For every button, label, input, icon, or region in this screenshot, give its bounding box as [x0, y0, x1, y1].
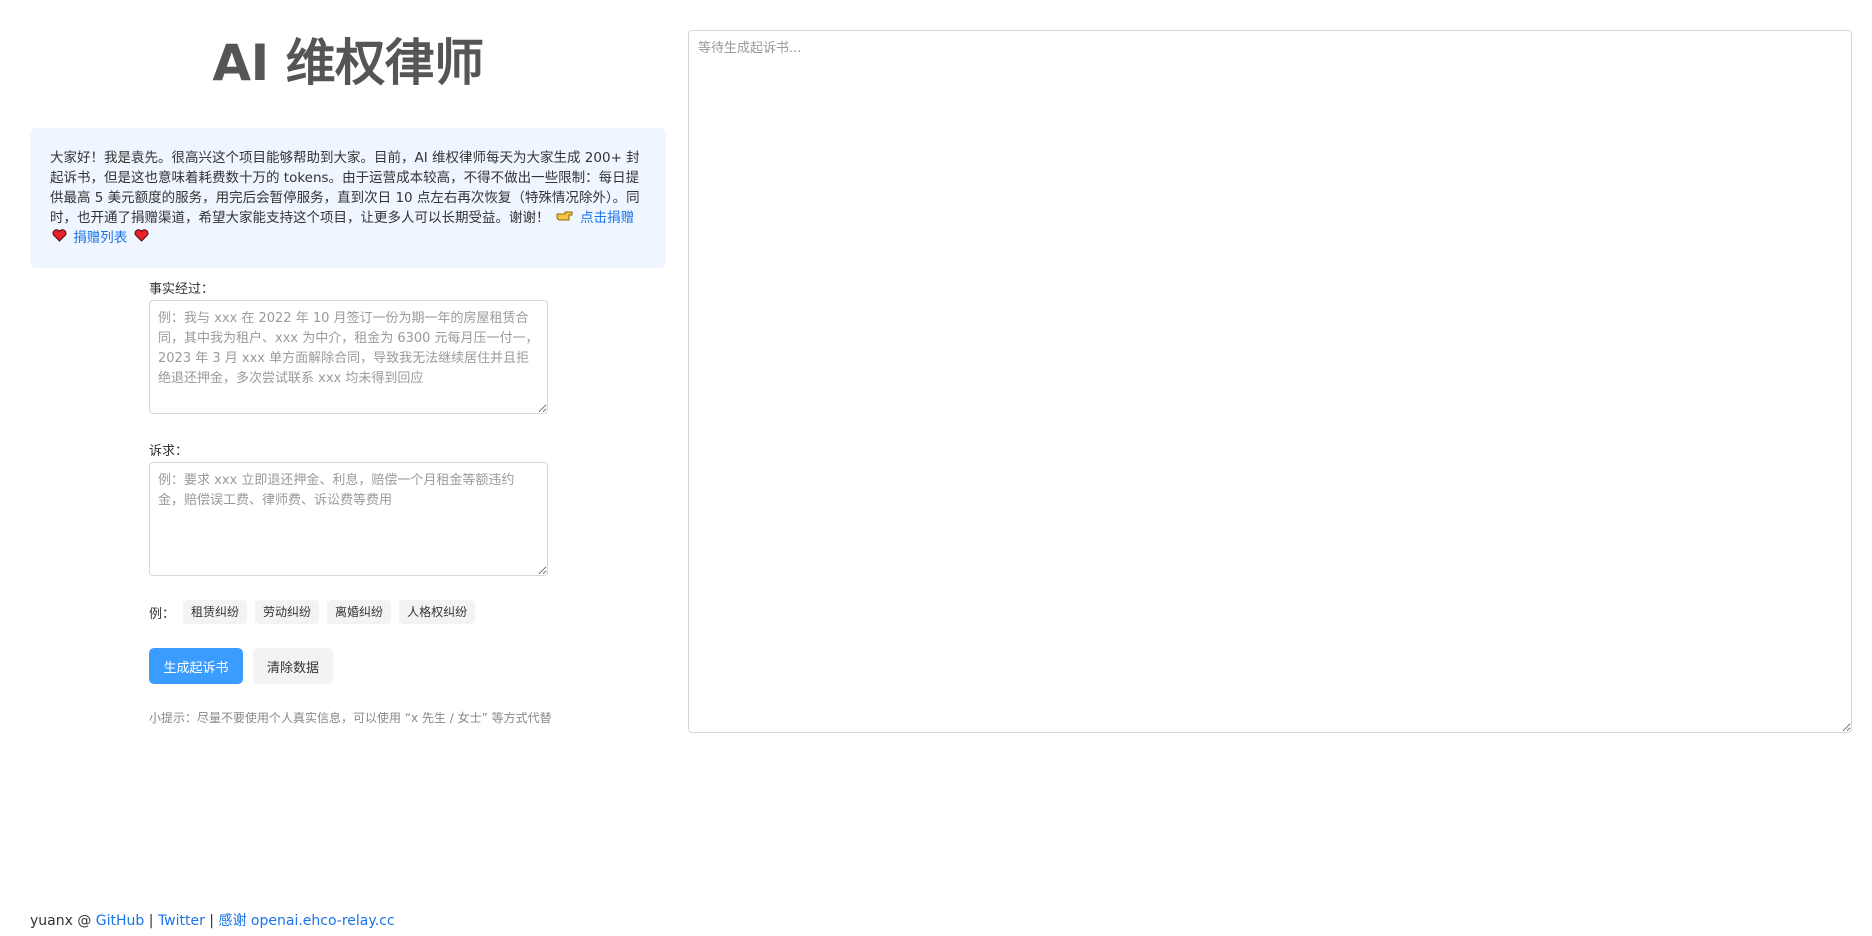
thanks-link[interactable]: 感谢 openai.ehco-relay.cc — [218, 913, 394, 929]
example-tag-labor[interactable]: 劳动纠纷 — [255, 600, 320, 624]
claims-input[interactable] — [149, 462, 548, 576]
privacy-hint: 小提示：尽量不要使用个人真实信息，可以使用 “x 先生 / 女士” 等方式代替 — [149, 711, 552, 725]
footer-separator: | — [144, 913, 158, 929]
page-title: AI 维权律师 — [212, 34, 484, 92]
heart-icon — [52, 228, 67, 248]
examples-row: 例： 租赁纠纷 劳动纠纷 离婚纠纷 人格权纠纷 — [149, 600, 476, 624]
generate-button[interactable]: 生成起诉书 — [149, 648, 243, 684]
examples-label: 例： — [149, 606, 176, 622]
facts-label: 事实经过： — [149, 282, 215, 297]
notice-text: 大家好！我是袁先。很高兴这个项目能够帮助到大家。目前，AI 维权律师每天为大家生… — [50, 150, 640, 226]
footer: yuanx @ GitHub | Twitter | 感谢 openai.ehc… — [30, 910, 395, 930]
twitter-link[interactable]: Twitter — [158, 913, 205, 929]
github-link[interactable]: GitHub — [96, 913, 145, 929]
claims-label: 诉求： — [149, 444, 189, 459]
pointing-hand-icon — [556, 208, 574, 228]
example-tag-personality-rights[interactable]: 人格权纠纷 — [399, 600, 476, 624]
example-tag-rental[interactable]: 租赁纠纷 — [183, 600, 248, 624]
footer-separator: | — [204, 913, 219, 929]
donation-list-link[interactable]: 捐赠列表 — [73, 230, 127, 246]
example-tag-divorce[interactable]: 离婚纠纷 — [327, 600, 392, 624]
notice-box: 大家好！我是袁先。很高兴这个项目能够帮助到大家。目前，AI 维权律师每天为大家生… — [30, 128, 666, 268]
clear-button[interactable]: 清除数据 — [253, 648, 333, 684]
footer-author: yuanx @ — [30, 913, 96, 929]
facts-input[interactable] — [149, 300, 548, 414]
heart-icon — [134, 228, 149, 248]
donate-link[interactable]: 点击捐赠 — [580, 210, 634, 226]
output-textarea[interactable] — [688, 30, 1852, 733]
